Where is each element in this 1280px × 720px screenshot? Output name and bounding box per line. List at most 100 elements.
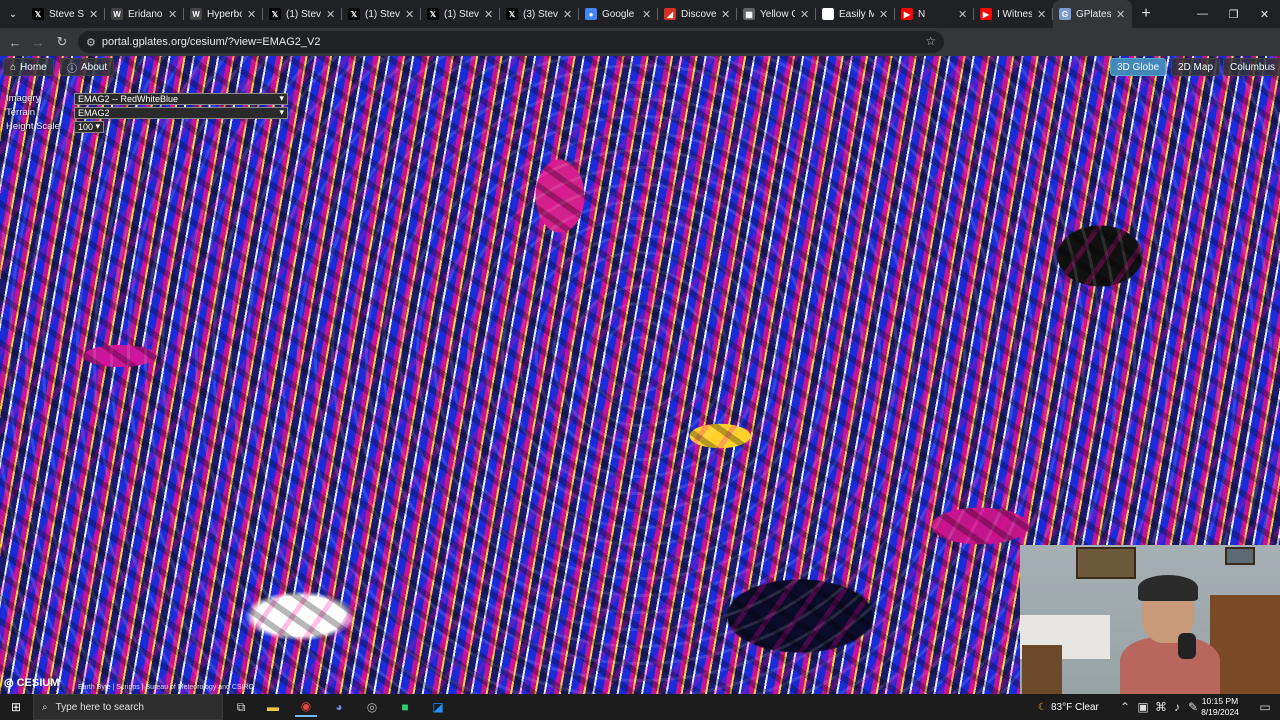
forward-icon[interactable]: → [26,30,50,54]
mode-2d-map-button[interactable]: 2D Map [1171,58,1221,76]
close-tab-icon[interactable]: ✕ [563,8,573,21]
mode-label: 3D Globe [1117,61,1160,73]
close-tab-icon[interactable]: ✕ [405,8,415,21]
close-tab-icon[interactable]: ✕ [642,8,652,21]
browser-tab[interactable]: ▶ N ✕ [895,0,974,28]
discord-icon[interactable]: ◕ [328,697,350,717]
tab-title: (1) Steve [365,8,400,20]
height-scale-select[interactable]: 100 ▾ [74,120,104,133]
x-logo-icon: 𝕏 [348,8,360,20]
weather-moon-icon: ☾ [1038,701,1047,713]
webcam-overlay [1020,545,1280,694]
close-tab-icon[interactable]: ✕ [800,8,810,21]
tab-search-chevron-icon[interactable]: ⌄ [0,0,26,28]
search-icon: ⌕ [42,701,48,713]
browser-tab[interactable]: ● Google E ✕ [579,0,658,28]
close-tab-icon[interactable]: ✕ [326,8,336,21]
youtube-icon: ▶ [901,8,913,20]
browser-tab[interactable]: 𝕏 (3) Steve ✕ [500,0,579,28]
tab-title: Hyperbo [207,8,242,20]
browser-tab[interactable]: 𝕏 (1) Steve ✕ [342,0,421,28]
close-tab-icon[interactable]: ✕ [484,8,494,21]
bookmark-star-icon[interactable]: ☆ [925,34,936,48]
mode-label: Columbus [1230,61,1276,73]
wiki-icon: W [111,8,123,20]
browser-tab[interactable]: ◢ Discover ✕ [658,0,737,28]
app-icon[interactable]: ◪ [427,697,449,717]
search-placeholder: Type here to search [55,701,144,713]
height-scale-value: 100 [78,121,94,132]
cesium-logo-icon: ◎ [4,677,14,689]
minimize-icon[interactable]: ― [1187,0,1218,28]
task-view-icon[interactable]: ⧉ [230,697,252,717]
reload-icon[interactable]: ↻ [50,30,74,54]
wiki-icon: W [190,8,202,20]
chevron-down-icon: ▾ [279,93,284,103]
browser-toolbar: ← → ↻ ⚙ portal.gplates.org/cesium/?view=… [0,28,1280,76]
restore-icon[interactable]: ❐ [1218,0,1249,28]
mode-columbus-button[interactable]: Columbus [1223,58,1280,76]
x-logo-icon: 𝕏 [427,8,439,20]
chrome-icon[interactable]: ◉ [295,697,317,717]
close-tab-icon[interactable]: ✕ [958,8,968,21]
browser-tab[interactable]: ▶ I Witnes ✕ [974,0,1053,28]
imagery-select[interactable]: EMAG2 -- RedWhiteBlue ▾ [74,92,288,105]
x-logo-icon: 𝕏 [506,8,518,20]
browser-tab[interactable]: 𝕏 (1) Steve ✕ [263,0,342,28]
streamer [1120,575,1220,694]
new-tab-button[interactable]: + [1132,0,1160,28]
x-logo-icon: 𝕏 [32,8,44,20]
close-tab-icon[interactable]: ✕ [879,8,889,21]
browser-tab[interactable]: W Hyperbo ✕ [184,0,263,28]
imagery-label: Imagery [6,93,41,104]
terrain-label: Terrain [6,107,36,118]
site-info-icon[interactable]: ⚙ [86,36,96,49]
taskbar-clock[interactable]: 10:15 PM 8/19/2024 [1196,696,1244,718]
browser-tab[interactable]: M Easily M ✕ [816,0,895,28]
close-window-icon[interactable]: ✕ [1249,0,1280,28]
terrain-select[interactable]: EMAG2 ▾ [74,106,288,119]
browser-tab[interactable]: ▦ Yellow C ✕ [737,0,816,28]
browser-tab[interactable]: 𝕏 Steve Sc ✕ [26,0,105,28]
about-label: About [81,61,108,73]
taskbar-search[interactable]: ⌕ Type here to search [33,694,223,720]
tab-title: Steve Sc [49,8,84,20]
weather-widget[interactable]: ☾ 83°F Clear [1038,694,1099,720]
tab-title: (1) Steve [444,8,479,20]
x-logo-icon: 𝕏 [269,8,281,20]
chevron-down-icon: ▾ [279,107,284,117]
app-icon[interactable]: ■ [394,697,416,717]
cesium-globe-viewport[interactable]: ⌂ Home ⓘ About 3D Globe 2D Map Columbus … [0,56,1280,694]
mode-3d-globe-button[interactable]: 3D Globe [1110,58,1167,76]
close-tab-icon[interactable]: ✕ [721,8,731,21]
obs-icon[interactable]: ◎ [361,697,383,717]
address-bar[interactable]: ⚙ portal.gplates.org/cesium/?view=EMAG2_… [78,31,944,53]
back-icon[interactable]: ← [3,30,27,54]
windows-start-icon[interactable]: ⊞ [0,694,32,720]
home-icon: ⌂ [10,61,17,73]
home-button[interactable]: ⌂ Home [3,58,54,76]
file-explorer-icon[interactable]: ▬ [262,697,284,717]
dresser [1210,595,1280,694]
browser-tab[interactable]: 𝕏 (1) Steve ✕ [421,0,500,28]
browser-tab[interactable]: W Eridanos ✕ [105,0,184,28]
url-text: portal.gplates.org/cesium/?view=EMAG2_V2 [101,36,321,48]
close-tab-icon[interactable]: ✕ [1116,8,1126,21]
cesium-logo[interactable]: ◎ CESIUM [4,676,59,690]
wall-picture [1225,547,1255,565]
tab-title: Yellow C [760,8,795,20]
youtube-icon: ▶ [980,8,992,20]
microphone [1178,633,1196,659]
close-tab-icon[interactable]: ✕ [89,8,99,21]
close-tab-icon[interactable]: ✕ [168,8,178,21]
about-button[interactable]: ⓘ About [60,58,115,76]
tab-title: Discover [681,8,716,20]
close-tab-icon[interactable]: ✕ [247,8,257,21]
notifications-icon[interactable]: ▭ [1254,697,1276,717]
home-label: Home [20,61,47,73]
page-icon: M [822,8,834,20]
data-credits[interactable]: Earth Byte | Scripps | Bureau of Meteoro… [78,684,254,691]
layer-controls: Imagery EMAG2 -- RedWhiteBlue ▾ Terrain … [6,92,296,133]
browser-tab[interactable]: G GPlates ✕ [1053,0,1132,28]
close-tab-icon[interactable]: ✕ [1037,8,1047,21]
